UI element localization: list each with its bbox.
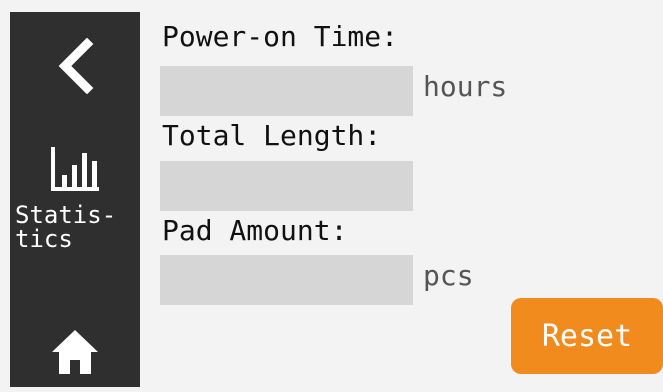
pad-amount-label: Pad Amount: <box>162 214 348 247</box>
reset-button[interactable]: Reset <box>511 298 663 374</box>
pad-amount-field[interactable] <box>160 255 413 305</box>
power-on-time-field[interactable] <box>160 66 413 116</box>
home-icon <box>52 330 98 374</box>
back-button[interactable] <box>10 26 140 106</box>
sidebar: Statis- tics <box>10 12 140 387</box>
statistics-panel: Power-on Time: hours Total Length: Pad A… <box>140 0 663 387</box>
chevron-left-icon <box>58 38 94 94</box>
statistics-nav-item[interactable]: Statis- tics <box>10 122 140 272</box>
power-on-time-label: Power-on Time: <box>162 20 399 53</box>
statistics-label: Statis- tics <box>15 201 117 253</box>
home-button[interactable] <box>10 312 140 392</box>
power-on-time-unit: hours <box>423 70 508 103</box>
pad-amount-unit: pcs <box>423 259 474 292</box>
total-length-field[interactable] <box>160 161 413 211</box>
total-length-label: Total Length: <box>162 119 382 152</box>
bar-chart-icon <box>51 147 99 191</box>
